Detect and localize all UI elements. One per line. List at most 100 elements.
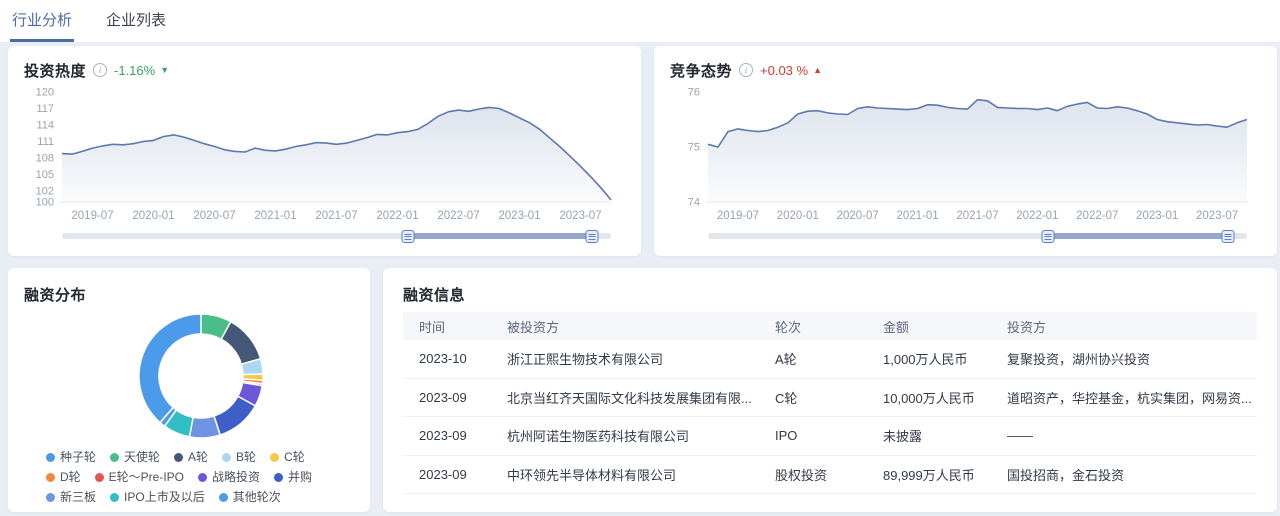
table-cell: 中环领先半导体材料有限公司	[507, 465, 775, 484]
x-tick-label: 2022-01	[376, 210, 418, 222]
x-tick-label: 2021-01	[254, 210, 296, 222]
legend-item[interactable]: D轮	[46, 468, 81, 487]
investment-heat-panel: 投资热度 i -1.16% ▼ 100102105108111114117120…	[8, 46, 641, 256]
table-cell: IPO	[775, 428, 883, 443]
slider-left-handle[interactable]	[1041, 230, 1054, 243]
panel-title-competition: 竞争态势	[670, 60, 732, 81]
legend-dot	[198, 473, 207, 482]
legend-item[interactable]: B轮	[222, 448, 256, 467]
tab-industry-analysis[interactable]: 行业分析	[10, 0, 74, 42]
legend-label: 其他轮次	[233, 488, 281, 507]
legend-item[interactable]: E轮～Pre-IPO	[95, 468, 184, 487]
financing-distribution-panel: 融资分布 种子轮天使轮A轮B轮C轮D轮E轮～Pre-IPO战略投资并购新三板IP…	[8, 268, 370, 512]
y-tick-label: 108	[36, 153, 54, 165]
legend-label: B轮	[236, 448, 256, 467]
legend-label: C轮	[284, 448, 305, 467]
legend-dot	[222, 453, 231, 462]
slider-selected-range[interactable]	[408, 233, 592, 239]
y-tick-label: 111	[37, 136, 54, 148]
competition-panel: 竞争态势 i +0.03 % ▲ 7475762019-072020-01202…	[654, 46, 1277, 256]
competition-delta-value: +0.03 %	[760, 63, 808, 78]
donut-segment-新三板[interactable]	[189, 416, 220, 438]
legend-item[interactable]: C轮	[270, 448, 305, 467]
legend-label: E轮～Pre-IPO	[109, 468, 184, 487]
table-cell: 北京当红齐天国际文化科技发展集团有限...	[507, 388, 775, 407]
legend-label: 并购	[288, 468, 312, 487]
donut-segment-种子轮[interactable]	[139, 314, 201, 423]
financing-rounds-donut-chart[interactable]	[24, 310, 354, 442]
y-tick-label: 117	[36, 103, 54, 115]
x-tick-label: 2022-01	[1016, 210, 1058, 222]
rounds-legend: 种子轮 天使轮 A轮 B轮 C轮 D轮 E轮～Pre-IPO 战略投资 并购新三板 IPO上市及以…	[24, 442, 354, 507]
table-cell: 1,000万人民币	[883, 349, 1007, 368]
x-tick-label: 2020-07	[193, 210, 235, 222]
table-row: 2023-10浙江正熙生物技术有限公司A轮1,000万人民币复聚投资，湖州协兴投…	[403, 340, 1257, 379]
slider-right-handle[interactable]	[585, 230, 598, 243]
y-tick-label: 120	[36, 87, 54, 99]
tab-company-list[interactable]: 企业列表	[104, 0, 168, 42]
x-tick-label: 2021-07	[956, 210, 998, 222]
investment-heat-chart[interactable]: 1001021051081111141171202019-072020-0120…	[24, 86, 625, 226]
legend-item[interactable]: 并购	[274, 468, 312, 487]
table-cell: 10,000万人民币	[883, 388, 1007, 407]
legend-item[interactable]: 战略投资	[198, 468, 260, 487]
table-header: 时间 被投资方 轮次 金额 投资方	[403, 312, 1257, 340]
legend-label: 战略投资	[212, 468, 260, 487]
table-cell: ——	[1007, 428, 1257, 443]
table-cell: 道昭资产，华控基金，杭实集团，网易资...	[1007, 388, 1257, 407]
x-tick-label: 2023-01	[498, 210, 540, 222]
legend-dot	[110, 493, 119, 502]
legend-dot	[274, 473, 283, 482]
info-icon[interactable]: i	[739, 63, 753, 77]
legend-label: A轮	[188, 448, 208, 467]
x-tick-label: 2023-01	[1136, 210, 1178, 222]
slider-selected-range[interactable]	[1048, 233, 1229, 239]
y-tick-label: 76	[688, 87, 700, 99]
legend-item[interactable]: 新三板	[46, 488, 96, 507]
y-tick-label: 75	[688, 142, 700, 154]
table-cell: A轮	[775, 349, 883, 368]
table-row: 2023-09杭州阿诺生物医药科技有限公司IPO未披露——	[403, 417, 1257, 456]
legend-item[interactable]: 天使轮	[110, 448, 160, 467]
x-tick-label: 2020-01	[777, 210, 819, 222]
column-header-investors: 投资方	[1007, 317, 1257, 336]
panel-title-financing-info: 融资信息	[403, 284, 465, 305]
slider-right-handle[interactable]	[1222, 230, 1235, 243]
donut-segment-A轮[interactable]	[221, 322, 260, 365]
column-header-time: 时间	[419, 317, 507, 336]
table-cell: 89,999万人民币	[883, 465, 1007, 484]
legend-item[interactable]: 种子轮	[46, 448, 96, 467]
legend-dot	[46, 453, 55, 462]
legend-item[interactable]: A轮	[174, 448, 208, 467]
tab-bar: 行业分析 企业列表	[0, 0, 1280, 42]
table-cell: 杭州阿诺生物医药科技有限公司	[507, 426, 775, 445]
table-cell: 国投招商，金石投资	[1007, 465, 1257, 484]
x-tick-label: 2022-07	[437, 210, 479, 222]
table-cell: C轮	[775, 388, 883, 407]
legend-dot	[174, 453, 183, 462]
dashboard-content: 投资热度 i -1.16% ▼ 100102105108111114117120…	[0, 42, 1280, 516]
slider-left-handle[interactable]	[401, 230, 414, 243]
heat-datazoom-slider	[62, 228, 611, 244]
info-icon[interactable]: i	[93, 63, 107, 77]
table-cell: 2023-09	[419, 467, 507, 482]
table-cell: 浙江正熙生物技术有限公司	[507, 349, 775, 368]
x-tick-label: 2021-01	[897, 210, 939, 222]
competition-chart[interactable]: 7475762019-072020-012020-072021-012021-0…	[670, 86, 1261, 226]
legend-label: 种子轮	[60, 448, 96, 467]
donut-segment-并购[interactable]	[214, 396, 255, 435]
legend-item[interactable]: IPO上市及以后	[110, 488, 205, 507]
x-tick-label: 2021-07	[315, 210, 357, 222]
x-tick-label: 2019-07	[717, 210, 759, 222]
legend-dot	[46, 493, 55, 502]
table-cell: 复聚投资，湖州协兴投资	[1007, 349, 1257, 368]
table-cell: 2023-09	[419, 428, 507, 443]
legend-label: 天使轮	[124, 448, 160, 467]
legend-dot	[95, 473, 104, 482]
table-body: 2023-10浙江正熙生物技术有限公司A轮1,000万人民币复聚投资，湖州协兴投…	[403, 340, 1257, 494]
legend-item[interactable]: 其他轮次	[219, 488, 281, 507]
x-tick-label: 2020-01	[132, 210, 174, 222]
table-row: 2023-09北京当红齐天国际文化科技发展集团有限...C轮10,000万人民币…	[403, 379, 1257, 418]
legend-label: D轮	[60, 468, 81, 487]
legend-dot	[46, 473, 55, 482]
